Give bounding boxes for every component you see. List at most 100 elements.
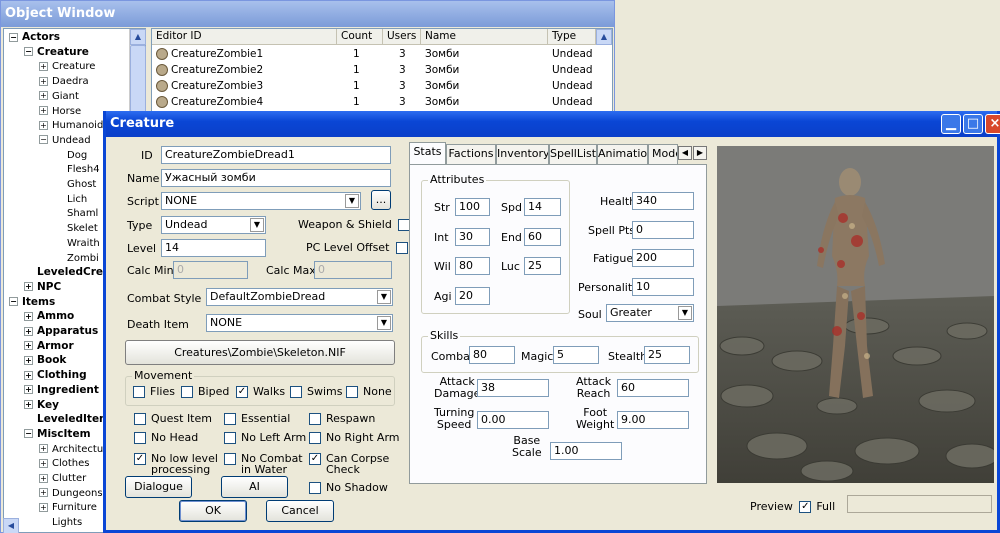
tree-item[interactable]: − Actors: [9, 30, 60, 45]
none-checkbox[interactable]: None: [346, 385, 392, 398]
expand-icon[interactable]: +: [39, 91, 48, 101]
swims-checkbox[interactable]: Swims: [290, 385, 342, 398]
expand-icon[interactable]: +: [39, 473, 48, 483]
scroll-left-icon[interactable]: ◀: [3, 518, 19, 533]
tab-factions[interactable]: Factions: [446, 144, 496, 164]
spell-pts-field[interactable]: 0: [632, 221, 694, 239]
tree-item[interactable]: + Ingredient: [24, 383, 99, 398]
tree-item[interactable]: Dog: [67, 148, 87, 163]
collapse-icon[interactable]: −: [24, 47, 33, 57]
wil-field[interactable]: 80: [455, 257, 490, 275]
death-item-select[interactable]: NONE ▼: [206, 314, 393, 332]
foot-weight-field[interactable]: 9.00: [617, 411, 689, 429]
script-select[interactable]: NONE ▼: [161, 192, 361, 210]
tree-item[interactable]: + Clothes: [39, 456, 90, 471]
expand-icon[interactable]: +: [24, 385, 33, 395]
checkbox-box[interactable]: ✓: [799, 501, 812, 513]
tree-item[interactable]: LeveledCrea: [37, 265, 110, 280]
tree-item[interactable]: + NPC: [24, 280, 61, 295]
tree-item[interactable]: − Items: [9, 295, 55, 310]
col-editor-id[interactable]: Editor ID: [152, 29, 337, 45]
scroll-up-icon[interactable]: ▲: [130, 29, 146, 45]
checkbox-box[interactable]: [224, 453, 236, 465]
luc-field[interactable]: 25: [524, 257, 561, 275]
no-left-arm-checkbox[interactable]: No Left Arm: [224, 431, 306, 444]
collapse-icon[interactable]: −: [9, 32, 18, 42]
int-field[interactable]: 30: [455, 228, 490, 246]
soul-select[interactable]: Greater ▼: [606, 304, 694, 322]
col-users[interactable]: Users: [383, 29, 421, 45]
expand-icon[interactable]: +: [24, 355, 33, 365]
expand-icon[interactable]: +: [39, 76, 48, 86]
model-path-button[interactable]: Creatures\Zombie\Skeleton.NIF: [125, 340, 395, 365]
close-icon[interactable]: ×: [985, 114, 1000, 134]
str-field[interactable]: 100: [455, 198, 490, 216]
no-shadow-checkbox[interactable]: No Shadow: [309, 481, 388, 494]
tree-item[interactable]: + Key: [24, 398, 59, 413]
checkbox-box[interactable]: [395, 242, 408, 254]
id-field[interactable]: CreatureZombieDread1: [161, 146, 391, 164]
fatigue-field[interactable]: 200: [632, 249, 694, 267]
expand-icon[interactable]: +: [39, 502, 48, 512]
tree-item[interactable]: + Humanoid: [39, 118, 103, 133]
tree-item[interactable]: + Ammo: [24, 309, 74, 324]
dialogue-button[interactable]: Dialogue: [125, 476, 192, 498]
cancel-button[interactable]: Cancel: [266, 500, 334, 522]
checkbox-box[interactable]: ✓: [134, 453, 146, 465]
ok-button[interactable]: OK: [179, 500, 247, 522]
tree-item[interactable]: Lights: [52, 515, 82, 530]
tree-item[interactable]: + Horse: [39, 104, 81, 119]
expand-icon[interactable]: +: [39, 106, 48, 115]
table-row[interactable]: CreatureZombie2 1 3 Зомби Undead: [152, 62, 596, 78]
collapse-icon[interactable]: −: [24, 429, 33, 439]
tree-item[interactable]: Ghost: [67, 177, 96, 192]
collapse-icon[interactable]: −: [9, 297, 18, 307]
name-field[interactable]: Ужасный зомби: [161, 169, 391, 187]
ai-button[interactable]: AI: [221, 476, 288, 498]
checkbox-box[interactable]: [134, 413, 146, 425]
respawn-checkbox[interactable]: Respawn: [309, 412, 375, 425]
tree-item[interactable]: + Giant: [39, 89, 79, 104]
magic-field[interactable]: 5: [553, 346, 599, 364]
expand-icon[interactable]: +: [24, 341, 33, 351]
tab-spelllist[interactable]: SpellList: [549, 144, 597, 164]
tree-item[interactable]: + Furniture: [39, 500, 97, 515]
combat-style-select[interactable]: DefaultZombieDread ▼: [206, 288, 393, 306]
tree-item[interactable]: Wraith: [67, 236, 100, 251]
expand-icon[interactable]: +: [39, 458, 48, 468]
tree-item[interactable]: Shaml: [67, 206, 98, 221]
expand-icon[interactable]: +: [39, 120, 48, 130]
checkbox-box[interactable]: [133, 386, 145, 398]
stealth-field[interactable]: 25: [644, 346, 690, 364]
preview-full-checkbox[interactable]: Preview ✓ Full: [750, 500, 835, 513]
expand-icon[interactable]: +: [39, 61, 48, 71]
end-field[interactable]: 60: [524, 228, 561, 246]
spd-field[interactable]: 14: [524, 198, 561, 216]
walks-checkbox[interactable]: ✓ Walks: [236, 385, 285, 398]
expand-icon[interactable]: +: [24, 282, 33, 292]
quest-item-checkbox[interactable]: Quest Item: [134, 412, 212, 425]
no-combat-water-checkbox[interactable]: No Combat in Water: [224, 453, 303, 475]
tree-item[interactable]: − Undead: [39, 133, 91, 148]
expand-icon[interactable]: +: [24, 326, 33, 336]
level-field[interactable]: 14: [161, 239, 266, 257]
checkbox-box[interactable]: [181, 386, 193, 398]
expand-icon[interactable]: +: [24, 370, 33, 380]
list-scroll-up-icon[interactable]: ▲: [596, 29, 612, 45]
col-type[interactable]: Type: [548, 29, 596, 45]
tree-item[interactable]: Flesh4: [67, 162, 100, 177]
object-list[interactable]: Editor ID Count Users Name Type ▲ Creatu…: [151, 28, 613, 113]
tree-item[interactable]: + Armor: [24, 339, 74, 354]
checkbox-box[interactable]: [134, 432, 146, 444]
expand-icon[interactable]: +: [39, 444, 48, 454]
checkbox-box[interactable]: [224, 432, 236, 444]
tree-item[interactable]: Lich: [67, 192, 87, 207]
tree-item[interactable]: + Apparatus: [24, 324, 98, 339]
script-browse-button[interactable]: ...: [371, 190, 391, 210]
combat-field[interactable]: 80: [469, 346, 515, 364]
table-row[interactable]: CreatureZombie4 1 3 Зомби Undead: [152, 94, 596, 110]
minimize-icon[interactable]: ▁: [941, 114, 961, 134]
expand-icon[interactable]: +: [24, 311, 33, 321]
base-scale-field[interactable]: 1.00: [550, 442, 622, 460]
tab-scroll-right-icon[interactable]: ▶: [693, 146, 707, 160]
